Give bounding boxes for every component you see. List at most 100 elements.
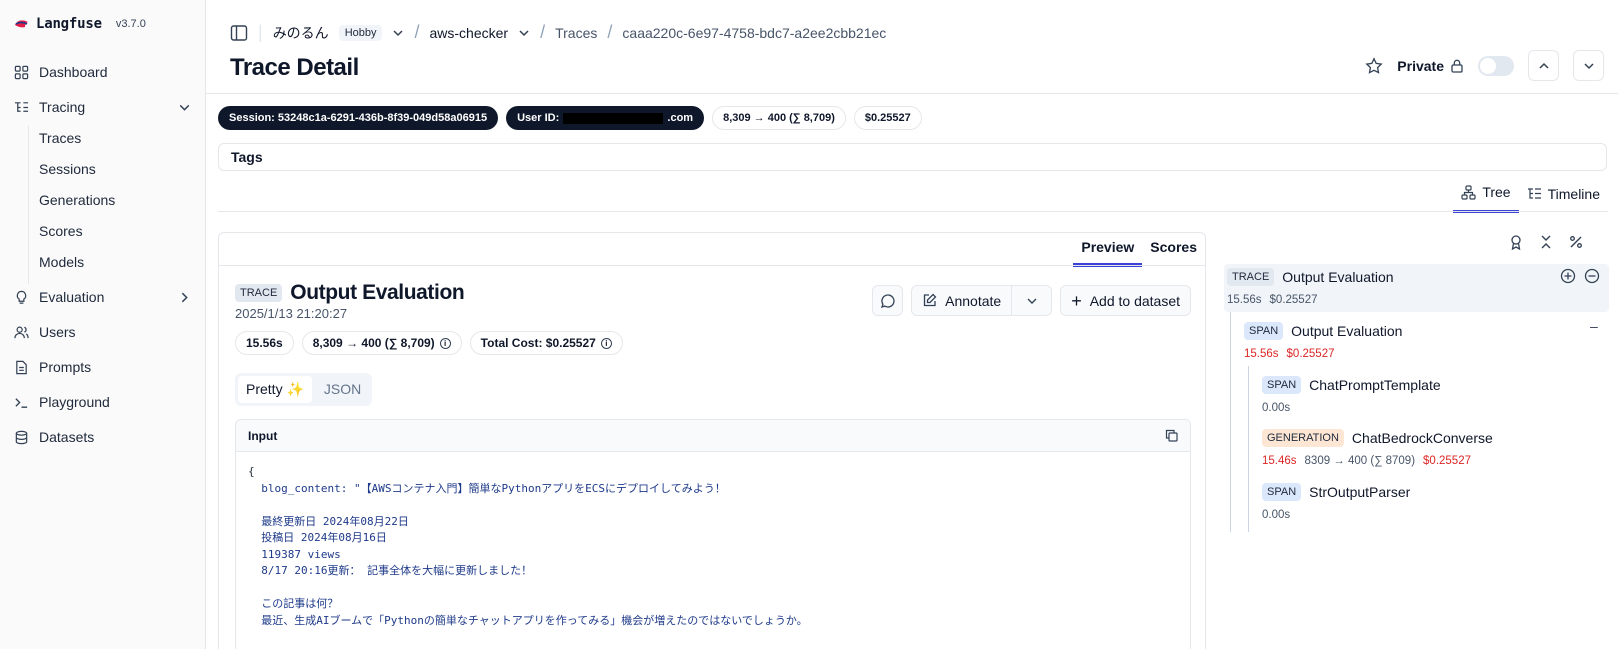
tree-node-span[interactable]: SPAN ChatPromptTemplate (1262, 376, 1441, 394)
sidebar-subitem-scores[interactable]: Scores (39, 223, 83, 239)
star-icon[interactable] (1365, 56, 1383, 75)
private-label: Private (1397, 58, 1464, 74)
sidebar-item-dashboard[interactable]: Dashboard (14, 60, 192, 84)
sub-nav-rail (28, 126, 29, 284)
input-header: Input (236, 420, 1190, 452)
user-id-prefix: User ID: (517, 112, 560, 124)
previous-trace-button[interactable] (1528, 50, 1559, 81)
file-text-icon (16, 360, 27, 374)
annotate-dropdown-button[interactable] (1012, 285, 1053, 316)
next-trace-button[interactable] (1573, 50, 1604, 81)
total-cost-value: Total Cost: $0.25527 (480, 336, 596, 350)
code-line: この記事は何？ (248, 597, 339, 610)
annotate-button[interactable]: Annotate (911, 285, 1013, 316)
breadcrumb-traces[interactable]: Traces (555, 25, 597, 41)
tree-node-span[interactable]: SPAN StrOutputParser (1262, 483, 1410, 501)
sidebar-subitem-models[interactable]: Models (39, 254, 84, 270)
tab-timeline[interactable]: Timeline (1519, 180, 1608, 213)
code-line: 最終更新日 2024年08月22日 (248, 514, 409, 528)
node-meta: 15.56s $0.25527 (1227, 294, 1318, 306)
chevron-down-icon (1027, 298, 1037, 304)
percent-icon[interactable] (1568, 234, 1584, 250)
node-latency: 0.00s (1262, 402, 1291, 414)
trace-badge: TRACE (235, 284, 283, 302)
divider (218, 211, 1608, 212)
page-title: Trace Detail (230, 54, 359, 81)
tab-tree[interactable]: Tree (1453, 180, 1519, 213)
divider: | (258, 22, 263, 42)
add-to-dataset-label: Add to dataset (1089, 292, 1180, 309)
node-name: ChatPromptTemplate (1309, 377, 1441, 393)
divider (219, 265, 1205, 266)
observation-panel: Preview Scores TRACE Output Evaluation 2… (218, 232, 1206, 649)
node-cost: $0.25527 (1286, 348, 1335, 360)
sidebar-item-datasets[interactable]: Datasets (14, 425, 192, 449)
private-text: Private (1397, 57, 1444, 74)
node-badge: SPAN (1262, 376, 1302, 394)
node-meta: 0.00s (1262, 402, 1290, 414)
tree-node-trace[interactable]: TRACE Output Evaluation (1227, 268, 1394, 286)
list-tree-icon (1527, 188, 1541, 199)
collapse-node-icon[interactable]: – (1590, 318, 1598, 334)
tokens-pill: 8,309 → 400 (∑ 8,709) i (301, 331, 462, 355)
network-icon (1461, 184, 1476, 200)
total-cost-pill: Total Cost: $0.25527 i (469, 331, 623, 355)
info-icon[interactable]: i (600, 337, 612, 349)
add-to-dataset-button[interactable]: + Add to dataset (1060, 285, 1191, 316)
sidebar-item-tracing[interactable]: Tracing (14, 95, 192, 119)
sidebar-item-evaluation[interactable]: Evaluation (14, 285, 192, 309)
sidebar-item-prompts[interactable]: Prompts (14, 355, 192, 379)
user-id-pill[interactable]: User ID: .com (506, 106, 705, 130)
chevron-right-icon (181, 292, 188, 303)
copy-icon[interactable] (1165, 429, 1178, 442)
code-line: 8/17 20:16更新： 記事全体を大幅に更新しました！ (248, 564, 533, 577)
view-tabs: Tree Timeline (1453, 180, 1608, 213)
node-meta: 15.56s $0.25527 (1244, 348, 1335, 360)
session-pill[interactable]: Session: 53248c1a-6291-436b-8f39-049d58a… (218, 106, 499, 130)
code-line: 119387 views (248, 547, 341, 561)
minus-circle-icon[interactable] (1584, 268, 1600, 284)
tree-node-generation[interactable]: GENERATION ChatBedrockConverse (1262, 429, 1493, 447)
tree-toolbar (1508, 234, 1584, 250)
code-line: 最近、生成AIブームで「Pythonの簡単なチャットアプリを作ってみる」機会が増… (248, 613, 808, 627)
breadcrumb: | みのるん Hobby / aws-checker / Traces / ca… (230, 22, 886, 43)
node-cost: $0.25527 (1423, 455, 1471, 467)
breadcrumb-project[interactable]: aws-checker (430, 25, 509, 41)
tab-preview[interactable]: Preview (1073, 233, 1143, 267)
list-tree-icon (14, 101, 29, 112)
brand[interactable]: Langfuse v3.7.0 (14, 16, 146, 32)
format-json[interactable]: JSON (316, 376, 369, 403)
chevron-down-icon[interactable] (392, 27, 404, 39)
format-pretty[interactable]: Pretty ✨ (238, 376, 312, 403)
code-line: { (248, 465, 255, 478)
sidebar-toggle-icon[interactable] (230, 24, 248, 42)
sidebar-item-label: Users (39, 324, 76, 340)
tab-timeline-label: Timeline (1547, 185, 1600, 202)
sidebar-item-label: Prompts (39, 359, 92, 375)
tags-box[interactable]: Tags (218, 143, 1607, 171)
chevron-down-icon[interactable] (518, 27, 530, 39)
node-badge: GENERATION (1262, 429, 1344, 447)
sidebar-item-users[interactable]: Users (14, 320, 192, 344)
node-name: Output Evaluation (1291, 323, 1403, 339)
collapse-icon[interactable] (1538, 234, 1554, 250)
comment-button[interactable] (872, 285, 904, 316)
node-name: ChatBedrockConverse (1351, 430, 1493, 446)
observation-timestamp: 2025/1/13 21:20:27 (235, 306, 348, 321)
sidebar-subitem-sessions[interactable]: Sessions (39, 161, 96, 177)
tab-scores[interactable]: Scores (1142, 233, 1205, 267)
private-toggle[interactable] (1478, 55, 1514, 76)
breadcrumb-separator: / (540, 22, 546, 42)
sidebar-subitem-traces[interactable]: Traces (39, 130, 81, 146)
award-icon[interactable] (1508, 234, 1524, 250)
breadcrumb-org[interactable]: みのるん (273, 23, 329, 43)
app-version: v3.7.0 (115, 18, 146, 30)
plus-circle-icon[interactable] (1560, 268, 1576, 284)
sidebar-item-playground[interactable]: Playground (14, 390, 192, 414)
node-tokens: 8309 → 400 (∑ 8709) (1304, 455, 1416, 467)
input-code: { blog_content: "【AWSコンテナ入門】簡単なPythonアプリ… (236, 452, 1190, 641)
info-icon[interactable]: i (439, 337, 451, 349)
node-name: Output Evaluation (1282, 269, 1394, 285)
sidebar-subitem-generations[interactable]: Generations (39, 192, 115, 208)
tree-node-span[interactable]: SPAN Output Evaluation (1244, 322, 1402, 340)
